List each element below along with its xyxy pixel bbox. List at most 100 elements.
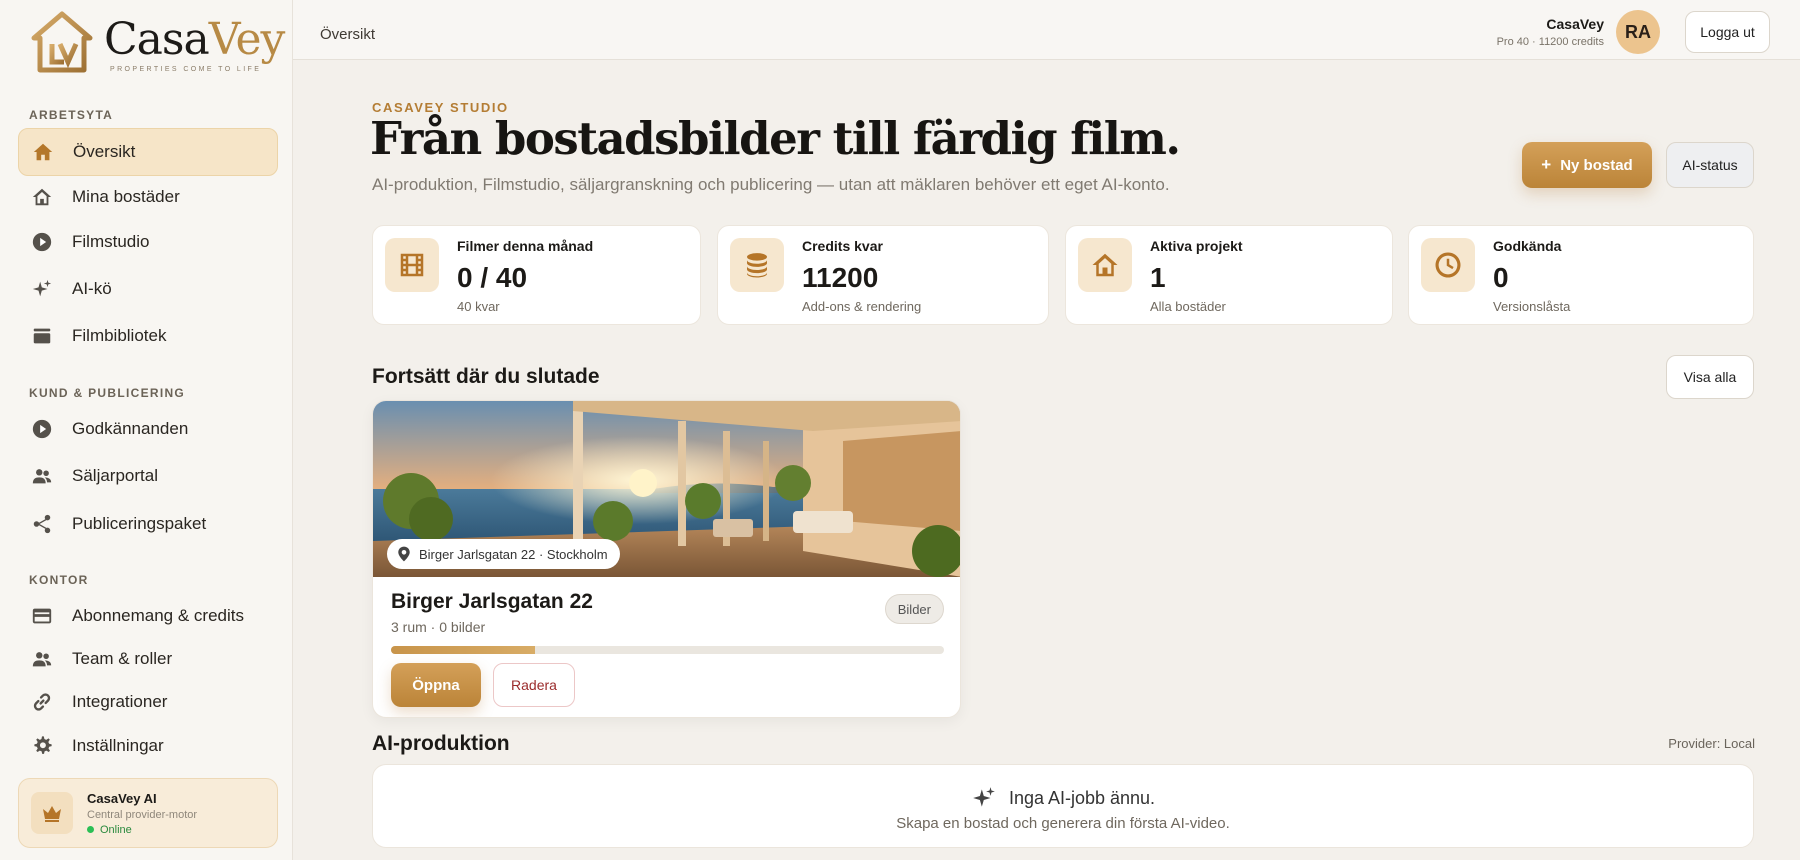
property-card[interactable]: Birger Jarlsgatan 22 · Stockholm Birger … bbox=[372, 400, 961, 718]
nav-section-label: KUND & PUBLICERING bbox=[29, 386, 186, 400]
empty-title: Inga AI-jobb ännu. bbox=[373, 785, 1753, 811]
people-icon bbox=[30, 464, 54, 488]
stat-label: Credits kvar bbox=[802, 238, 883, 254]
play-circle-icon bbox=[30, 417, 54, 441]
status-badge: Bilder bbox=[884, 594, 944, 624]
nav-section-label: ARBETSYTA bbox=[29, 108, 114, 122]
sidebar-item-publiceringspaket[interactable]: Publiceringspaket bbox=[18, 500, 278, 548]
sidebar-item-integrationer[interactable]: Integrationer bbox=[18, 678, 278, 726]
property-meta: 3 rum · 0 bilder bbox=[391, 619, 486, 635]
sparkle-icon bbox=[30, 277, 54, 301]
house-icon bbox=[1078, 238, 1132, 292]
user-plan: Pro 40 · 11200 credits bbox=[1496, 36, 1604, 48]
status-dot-icon bbox=[87, 826, 94, 833]
stat-label: Aktiva projekt bbox=[1150, 238, 1243, 254]
stat-sub: 40 kvar bbox=[457, 299, 500, 314]
empty-subtitle: Skapa en bostad och generera din första … bbox=[896, 815, 1230, 832]
sidebar-item-team[interactable]: Team & roller bbox=[18, 635, 278, 683]
ai-jobs-empty-state: Inga AI-jobb ännu. Skapa en bostad och g… bbox=[372, 764, 1754, 848]
brand-name: CasaVey bbox=[104, 14, 285, 65]
continue-heading: Fortsätt där du slutade bbox=[372, 365, 600, 388]
sidebar: CasaVey PROPERTIES COME TO LIFE ARBETSYT… bbox=[0, 0, 293, 860]
ai-engine-status: Online bbox=[87, 824, 197, 836]
sidebar-item-godkannanden[interactable]: Godkännanden bbox=[18, 405, 278, 453]
house-icon bbox=[30, 185, 54, 209]
avatar[interactable]: RA bbox=[1616, 10, 1660, 54]
logout-button[interactable]: Logga ut bbox=[1685, 11, 1770, 53]
stat-sub: Add-ons & rendering bbox=[802, 299, 922, 314]
topbar: Översikt CasaVey Pro 40 · 11200 credits … bbox=[293, 0, 1800, 60]
property-title: Birger Jarlsgatan 22 bbox=[391, 590, 593, 613]
sidebar-item-oversikt[interactable]: Översikt bbox=[18, 128, 278, 176]
sidebar-item-label: Mina bostäder bbox=[72, 187, 180, 206]
share-icon bbox=[30, 512, 54, 536]
sidebar-item-mina-bostader[interactable]: Mina bostäder bbox=[18, 173, 278, 221]
location-pin-icon bbox=[398, 546, 410, 562]
stat-sub: Alla bostäder bbox=[1150, 299, 1226, 314]
sidebar-item-label: Översikt bbox=[73, 142, 136, 161]
home-icon bbox=[31, 140, 55, 164]
user-name: CasaVey bbox=[1546, 16, 1604, 32]
play-circle-icon bbox=[30, 230, 54, 254]
stat-card-projects: Aktiva projekt 1 Alla bostäder bbox=[1065, 225, 1393, 325]
progress-fill bbox=[391, 646, 535, 654]
user-info: CasaVey Pro 40 · 11200 credits bbox=[1497, 16, 1604, 48]
location-badge: Birger Jarlsgatan 22 · Stockholm bbox=[387, 539, 620, 569]
nav-section-label: KONTOR bbox=[29, 573, 89, 587]
provider-label: Provider: Local bbox=[1668, 736, 1755, 751]
stat-label: Godkända bbox=[1493, 238, 1562, 254]
ai-engine-subtitle: Central provider-motor bbox=[87, 808, 198, 821]
ai-status-button[interactable]: AI-status bbox=[1666, 142, 1754, 188]
stat-label: Filmer denna månad bbox=[457, 238, 594, 254]
sidebar-item-label: Godkännanden bbox=[72, 419, 189, 438]
sidebar-item-label: Abonnemang & credits bbox=[72, 606, 244, 625]
ai-production-heading: AI-produktion bbox=[372, 732, 510, 755]
brand-tagline: PROPERTIES COME TO LIFE bbox=[110, 66, 262, 73]
page-subtitle: AI-produktion, Filmstudio, säljargranskn… bbox=[372, 175, 1170, 194]
sidebar-item-label: Filmstudio bbox=[72, 232, 150, 251]
link-icon bbox=[30, 690, 54, 714]
sparkle-icon bbox=[973, 787, 995, 807]
clock-icon bbox=[1421, 238, 1475, 292]
progress-bar bbox=[391, 646, 944, 654]
sidebar-item-filmbibliotek[interactable]: Filmbibliotek bbox=[18, 312, 278, 360]
view-all-button[interactable]: Visa alla bbox=[1666, 355, 1754, 399]
stat-card-approved: Godkända 0 Versionslåsta bbox=[1408, 225, 1754, 325]
sidebar-item-label: Publiceringspaket bbox=[72, 514, 207, 533]
stat-value: 11200 bbox=[802, 262, 879, 293]
plus-icon: + bbox=[1541, 155, 1552, 174]
house-logo-icon bbox=[31, 11, 93, 73]
stat-value: 0 / 40 bbox=[457, 262, 528, 293]
crown-icon bbox=[31, 792, 73, 834]
ai-engine-title: CasaVey AI bbox=[87, 790, 157, 806]
sidebar-item-ai-ko[interactable]: AI-kö bbox=[18, 265, 278, 313]
breadcrumb: Översikt bbox=[320, 26, 376, 43]
film-icon bbox=[385, 238, 439, 292]
coins-icon bbox=[730, 238, 784, 292]
sidebar-item-label: Säljarportal bbox=[72, 466, 158, 485]
sidebar-item-installningar[interactable]: Inställningar bbox=[18, 722, 278, 770]
open-button[interactable]: Öppna bbox=[391, 663, 481, 707]
new-property-button[interactable]: + Ny bostad bbox=[1522, 142, 1652, 188]
sidebar-item-abonnemang[interactable]: Abonnemang & credits bbox=[18, 592, 278, 640]
brand-logo[interactable]: CasaVey PROPERTIES COME TO LIFE bbox=[30, 10, 285, 74]
card-icon bbox=[30, 604, 54, 628]
stat-card-credits: Credits kvar 11200 Add-ons & rendering bbox=[717, 225, 1049, 325]
sidebar-item-label: Team & roller bbox=[72, 649, 173, 668]
page-title: Från bostadsbilder till färdig film. bbox=[370, 112, 1181, 165]
sidebar-item-label: Integrationer bbox=[72, 692, 168, 711]
sidebar-item-label: Filmbibliotek bbox=[72, 326, 167, 345]
sidebar-item-filmstudio[interactable]: Filmstudio bbox=[18, 218, 278, 266]
sidebar-item-label: AI-kö bbox=[72, 279, 112, 298]
ai-engine-card[interactable]: CasaVey AI Central provider-motor Online bbox=[18, 778, 278, 848]
gear-icon bbox=[30, 734, 54, 758]
delete-button[interactable]: Radera bbox=[493, 663, 575, 707]
stat-card-films: Filmer denna månad 0 / 40 40 kvar bbox=[372, 225, 701, 325]
sidebar-item-saljarportal[interactable]: Säljarportal bbox=[18, 452, 278, 500]
people-icon bbox=[30, 647, 54, 671]
stat-value: 1 bbox=[1150, 262, 1166, 293]
stat-sub: Versionslåsta bbox=[1493, 299, 1571, 314]
library-icon bbox=[30, 324, 54, 348]
stat-value: 0 bbox=[1493, 262, 1509, 293]
sidebar-item-label: Inställningar bbox=[72, 736, 164, 755]
